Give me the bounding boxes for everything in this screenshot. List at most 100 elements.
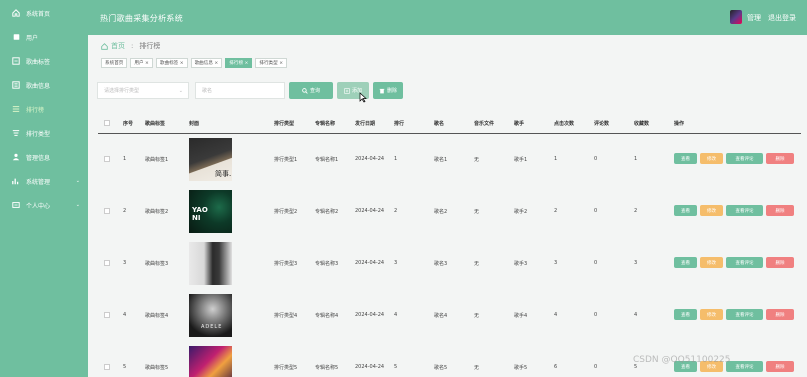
cell-clicks: 6 [554, 364, 558, 370]
col-header: 专辑名称 [315, 121, 336, 127]
view-button[interactable]: 查看 [674, 205, 697, 216]
chart-icon [9, 177, 23, 185]
search-icon [302, 87, 308, 94]
view-comments-button[interactable]: 查看评论 [726, 205, 763, 216]
cell-file: 无 [474, 209, 480, 215]
tab-ranking-type[interactable]: 排行类型 × [255, 58, 288, 68]
cell-comments: 0 [594, 260, 598, 266]
sidebar-item-label: 个人中心 [26, 202, 51, 210]
cell-type: 排行类型5 [274, 365, 298, 371]
sidebar-item-label: 歌曲标签 [26, 58, 51, 66]
sidebar-item-ranking[interactable]: 排行榜 [0, 99, 88, 119]
col-header: 排行类型 [274, 121, 295, 127]
chevron-down-icon: ⌄ [178, 87, 183, 94]
table-header: 序号 歌曲标签 封面 排行类型 专辑名称 发行日期 排行 歌名 音乐文件 歌手 … [98, 112, 801, 134]
sidebar-item-user[interactable]: 用户 [0, 27, 88, 47]
cell-no: 5 [123, 364, 127, 370]
delete-button[interactable]: 删除 [766, 153, 794, 164]
view-button[interactable]: 查看 [674, 257, 697, 268]
query-button[interactable]: 查询 [289, 82, 333, 99]
edit-label: 修改 [707, 312, 716, 318]
delete-label: 删除 [775, 156, 785, 162]
cell-type: 排行类型2 [274, 209, 298, 215]
col-header: 序号 [123, 121, 134, 127]
col-header: 歌名 [434, 121, 445, 127]
col-header: 排行 [394, 121, 405, 127]
sidebar-item-profile[interactable]: 个人中心 ⌄ [0, 195, 88, 215]
view-comments-button[interactable]: 查看评论 [726, 153, 763, 164]
batch-delete-button[interactable]: 删除 [373, 82, 403, 99]
view-label: 查看 [681, 312, 690, 318]
top-bar: 热门歌曲采集分析系统 管理 退出登录 [0, 0, 807, 35]
view-button[interactable]: 查看 [674, 153, 697, 164]
cell-date: 2024-04-24 [355, 156, 385, 162]
edit-button[interactable]: 修改 [700, 205, 723, 216]
comments-label: 查看评论 [735, 156, 754, 162]
ranking-table: 序号 歌曲标签 封面 排行类型 专辑名称 发行日期 排行 歌名 音乐文件 歌手 … [98, 112, 801, 377]
breadcrumb-home[interactable]: 首页 [111, 41, 125, 51]
row-checkbox[interactable] [104, 312, 110, 318]
chevron-down-icon: ⌄ [75, 178, 80, 184]
sidebar-item-home[interactable]: 系统首页 [0, 3, 88, 23]
cell-tag: 歌曲标签3 [145, 261, 169, 267]
sidebar-item-label: 用户 [26, 34, 39, 42]
cover-decoration: ADELE [201, 324, 223, 330]
cell-comments: 0 [594, 312, 598, 318]
row-actions: 查看 修改 查看评论 删除 [674, 257, 794, 268]
music-icon [9, 81, 23, 89]
cell-date: 2024-04-24 [355, 312, 385, 318]
sidebar-item-song-tags[interactable]: 歌曲标签 [0, 51, 88, 71]
delete-button[interactable]: 删除 [766, 257, 794, 268]
sidebar-item-system[interactable]: 系统管理 ⌄ [0, 171, 88, 191]
view-comments-button[interactable]: 查看评论 [726, 309, 763, 320]
delete-label: 删除 [386, 88, 397, 94]
row-checkbox[interactable] [104, 260, 110, 266]
home-icon [9, 9, 23, 17]
select-all-checkbox[interactable] [104, 120, 110, 126]
col-header: 评论数 [594, 121, 610, 127]
row-checkbox[interactable] [104, 208, 110, 214]
sidebar-item-ranking-type[interactable]: 排行类型 [0, 123, 88, 143]
delete-button[interactable]: 删除 [766, 309, 794, 320]
cell-singer: 歌手2 [514, 209, 528, 215]
cover-image: 简事. [189, 138, 232, 181]
delete-label: 删除 [775, 208, 785, 214]
input-placeholder: 歌名 [202, 88, 213, 94]
cell-rank: 3 [394, 260, 398, 266]
col-header: 操作 [674, 121, 685, 127]
comments-label: 查看评论 [735, 312, 754, 318]
view-button[interactable]: 查看 [674, 309, 697, 320]
cell-name: 歌名3 [434, 261, 448, 267]
home-icon [101, 42, 108, 50]
logout-link[interactable]: 退出登录 [768, 13, 796, 23]
edit-button[interactable]: 修改 [700, 257, 723, 268]
row-checkbox[interactable] [104, 156, 110, 162]
view-comments-button[interactable]: 查看评论 [726, 361, 763, 372]
edit-button[interactable]: 修改 [700, 309, 723, 320]
breadcrumb-separator: : [131, 42, 134, 50]
sidebar-item-song-info[interactable]: 歌曲信息 [0, 75, 88, 95]
delete-button[interactable]: 删除 [766, 361, 794, 372]
tab-song-info[interactable]: 歌曲信息 × [190, 58, 223, 68]
tab-home[interactable]: 系统首页 [101, 58, 128, 68]
cell-no: 4 [123, 312, 127, 318]
sidebar-item-admin-info[interactable]: 管理信息 [0, 147, 88, 167]
cell-album: 专辑名称1 [315, 157, 339, 163]
cover-image [189, 242, 232, 285]
col-header: 音乐文件 [474, 121, 495, 127]
row-checkbox[interactable] [104, 364, 110, 370]
delete-button[interactable]: 删除 [766, 205, 794, 216]
username[interactable]: 管理 [747, 13, 761, 23]
edit-label: 修改 [707, 208, 716, 214]
trash-icon [379, 88, 385, 93]
row-actions: 查看 修改 查看评论 删除 [674, 309, 794, 320]
edit-button[interactable]: 修改 [700, 153, 723, 164]
tab-user[interactable]: 用户 × [130, 58, 153, 68]
tab-ranking[interactable]: 排行榜 × [225, 58, 253, 68]
ranking-type-select[interactable]: 请选择排行类型 ⌄ [97, 82, 189, 99]
song-name-input[interactable]: 歌名 [195, 82, 285, 99]
avatar[interactable] [730, 10, 742, 24]
view-comments-button[interactable]: 查看评论 [726, 257, 763, 268]
table-row: 2 歌曲标签2 YAO NI 排行类型2 专辑名称2 2024-04-24 2 歌… [98, 186, 801, 238]
tab-song-tags[interactable]: 歌曲标签 × [155, 58, 188, 68]
